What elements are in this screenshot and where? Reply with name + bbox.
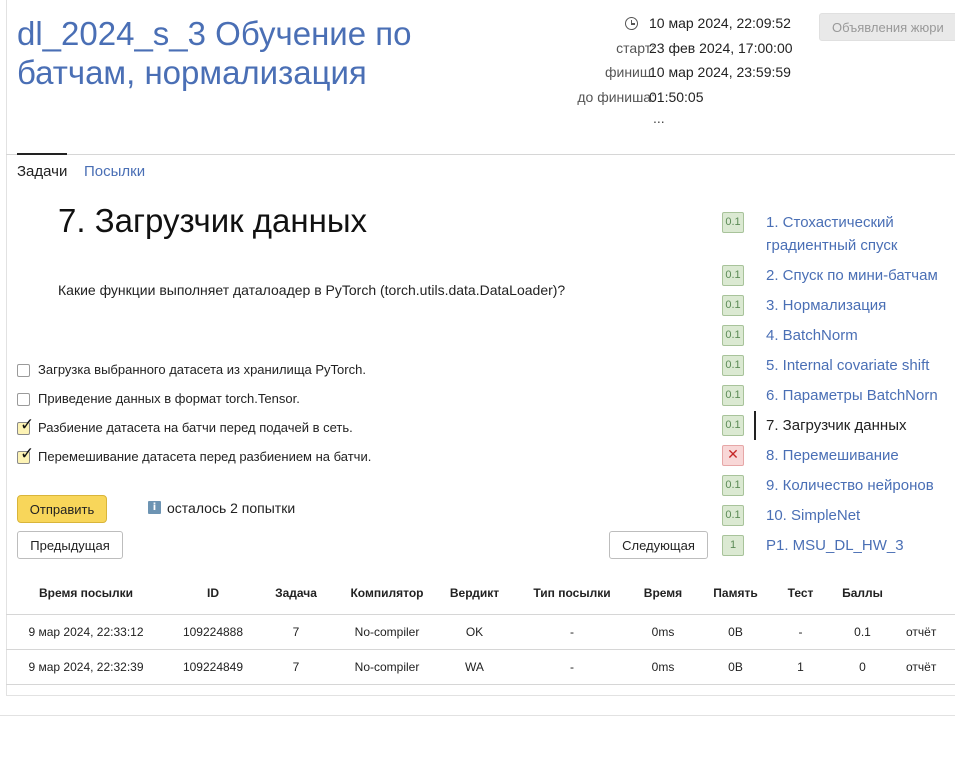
remaining-label: до финиша: bbox=[577, 89, 655, 105]
submission-verdict: OK bbox=[442, 614, 507, 650]
submission-test: 1 bbox=[782, 649, 819, 685]
submission-time: 9 мар 2024, 22:32:39 bbox=[6, 649, 166, 685]
current-time: 10 мар 2024, 22:09:52 bbox=[649, 15, 791, 31]
answer-checkbox-checked[interactable]: ✓ bbox=[17, 417, 34, 435]
problem-link[interactable]: 7. Загрузчик данных bbox=[766, 414, 955, 437]
previous-problem-button[interactable]: Предыдущая bbox=[17, 531, 123, 559]
info-icon: i bbox=[148, 501, 161, 514]
submission-problem: 7 bbox=[260, 614, 332, 650]
report-link[interactable]: отчёт bbox=[906, 649, 955, 685]
start-label: старт: bbox=[616, 40, 655, 56]
answer-checkbox[interactable] bbox=[17, 393, 30, 406]
submission-compiler: No-compiler bbox=[332, 649, 442, 685]
problem-link[interactable]: 2. Спуск по мини-батчам bbox=[766, 264, 955, 287]
column-header: Компилятор bbox=[332, 573, 442, 615]
column-header: Задача bbox=[260, 573, 332, 615]
submission-memory: 0B bbox=[689, 649, 782, 685]
problem-link[interactable]: 1. Стохастический градиентный спуск bbox=[766, 211, 955, 257]
finish-time-row: финиш: 10 мар 2024, 23:59:59 bbox=[540, 62, 810, 82]
check-mark-icon: ✓ bbox=[20, 415, 35, 435]
finish-label: финиш: bbox=[604, 64, 655, 80]
score-badge: 0.1 bbox=[722, 475, 744, 496]
submission-problem: 7 bbox=[260, 649, 332, 685]
column-header bbox=[906, 573, 955, 615]
problem-link[interactable]: 5. Internal covariate shift bbox=[766, 354, 955, 377]
problem-link[interactable]: 4. BatchNorm bbox=[766, 324, 955, 347]
submission-id: 109224888 bbox=[166, 614, 260, 650]
problem-question: Какие функции выполняет даталоадер в PyT… bbox=[58, 282, 566, 298]
answer-option-label: Перемешивание датасета перед разбиением … bbox=[38, 449, 372, 464]
more-times-toggle[interactable]: ... bbox=[653, 110, 665, 126]
remaining-time-row: до финиша: 01:50:05 bbox=[540, 87, 810, 107]
submission-compiler: No-compiler bbox=[332, 614, 442, 650]
report-link[interactable]: отчёт bbox=[906, 614, 955, 650]
table-row: 9 мар 2024, 22:32:39 109224849 7 No-comp… bbox=[6, 649, 955, 685]
submission-test: - bbox=[782, 614, 819, 650]
score-badge: 0.1 bbox=[722, 505, 744, 526]
answer-option-label: Загрузка выбранного датасета из хранилищ… bbox=[38, 362, 366, 377]
check-mark-icon: ✓ bbox=[20, 444, 35, 464]
submission-type: - bbox=[507, 649, 637, 685]
contest-title: dl_2024_s_3 Обучение по батчам, нормализ… bbox=[17, 15, 412, 91]
table-row: 9 мар 2024, 22:33:12 109224888 7 No-comp… bbox=[6, 614, 955, 650]
problem-link[interactable]: 10. SimpleNet bbox=[766, 504, 955, 527]
fail-cross-icon: ✕ bbox=[722, 445, 744, 466]
answer-option-label: Разбиение датасета на батчи перед подаче… bbox=[38, 420, 353, 435]
submissions-table: Время посылки ID Задача Компилятор Верди… bbox=[6, 573, 955, 685]
score-badge: 0.1 bbox=[722, 295, 744, 316]
attempts-left: осталось 2 попытки bbox=[167, 500, 296, 516]
answer-checkbox[interactable] bbox=[17, 364, 30, 377]
submission-id: 109224849 bbox=[166, 649, 260, 685]
remaining-time: 01:50:05 bbox=[649, 89, 704, 105]
next-problem-button[interactable]: Следующая bbox=[609, 531, 708, 559]
problem-link[interactable]: 8. Перемешивание bbox=[766, 444, 955, 467]
problem-title: 7. Загрузчик данных bbox=[58, 202, 368, 239]
score-badge: 0.1 bbox=[722, 265, 744, 286]
submission-type: - bbox=[507, 614, 637, 650]
column-header: Вердикт bbox=[442, 573, 507, 615]
clock-icon bbox=[625, 17, 638, 30]
submission-runtime: 0ms bbox=[637, 649, 689, 685]
finish-time: 10 мар 2024, 23:59:59 bbox=[649, 64, 791, 80]
submission-score: 0 bbox=[819, 649, 906, 685]
submission-score: 0.1 bbox=[819, 614, 906, 650]
submissions-header-row: Время посылки ID Задача Компилятор Верди… bbox=[6, 573, 955, 615]
start-time-row: старт: 23 фев 2024, 17:00:00 bbox=[540, 38, 810, 58]
submission-time: 9 мар 2024, 22:33:12 bbox=[6, 614, 166, 650]
footer-divider bbox=[0, 715, 955, 716]
submission-verdict: WA bbox=[442, 649, 507, 685]
current-problem-indicator bbox=[754, 411, 756, 440]
tabs-divider bbox=[6, 154, 955, 155]
score-badge: 0.1 bbox=[722, 385, 744, 406]
problem-link[interactable]: 3. Нормализация bbox=[766, 294, 955, 317]
problem-link[interactable]: 6. Параметры BatchNorn bbox=[766, 384, 955, 407]
tab-problems[interactable]: Задачи bbox=[17, 163, 67, 181]
submit-button[interactable]: Отправить bbox=[17, 495, 107, 523]
submission-runtime: 0ms bbox=[637, 614, 689, 650]
score-badge: 1 bbox=[722, 535, 744, 556]
column-header: Время посылки bbox=[6, 573, 166, 615]
tab-submissions[interactable]: Посылки bbox=[84, 163, 145, 181]
column-header: Баллы bbox=[819, 573, 906, 615]
answer-option-label: Приведение данных в формат torch.Tensor. bbox=[38, 391, 300, 406]
score-badge: 0.1 bbox=[722, 325, 744, 346]
active-tab-indicator bbox=[17, 153, 67, 155]
column-header: Тест bbox=[782, 573, 819, 615]
submission-memory: 0B bbox=[689, 614, 782, 650]
jury-announcements-button[interactable]: Объявления жюри bbox=[819, 13, 955, 41]
answer-checkbox-checked[interactable]: ✓ bbox=[17, 446, 34, 464]
score-badge: 0.1 bbox=[722, 415, 744, 436]
column-header: Тип посылки bbox=[507, 573, 637, 615]
column-header: Память bbox=[689, 573, 782, 615]
problem-link[interactable]: 9. Количество нейронов bbox=[766, 474, 955, 497]
column-header: ID bbox=[166, 573, 260, 615]
problem-link[interactable]: P1. MSU_DL_HW_3 bbox=[766, 534, 955, 557]
score-badge: 0.1 bbox=[722, 355, 744, 376]
score-badge: 0.1 bbox=[722, 212, 744, 233]
start-time: 23 фев 2024, 17:00:00 bbox=[649, 40, 793, 56]
column-header: Время bbox=[637, 573, 689, 615]
